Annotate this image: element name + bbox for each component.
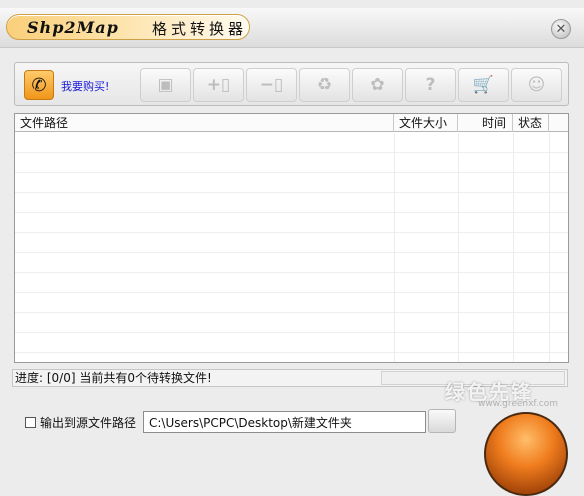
clear-list-icon: ♻ (316, 75, 333, 95)
table-row-divider (15, 152, 568, 153)
close-button[interactable]: ✕ (551, 19, 571, 39)
column-header-path[interactable]: 文件路径 (15, 114, 394, 132)
file-table[interactable]: 文件路径 文件大小 时间 状态 (14, 113, 569, 363)
table-row-divider (15, 292, 568, 293)
settings-icon: ✿ (370, 75, 385, 95)
open-folder-button[interactable]: ▣ (140, 68, 191, 102)
add-file-icon: +▯ (206, 75, 231, 95)
help-button[interactable]: ? (405, 68, 456, 102)
table-column-divider (513, 133, 514, 362)
buy-link[interactable]: 我要购买! (61, 78, 135, 94)
table-row-divider (15, 272, 568, 273)
start-convert-button[interactable] (484, 412, 568, 496)
output-path-input[interactable] (143, 411, 426, 433)
table-row-divider (15, 332, 568, 333)
phone-button[interactable]: ✆ (24, 70, 54, 100)
table-header: 文件路径 文件大小 时间 状态 (15, 114, 568, 132)
remove-file-icon: −▯ (259, 75, 284, 95)
table-column-divider (394, 133, 395, 362)
title-bar: Shp2Map 格式转换器 ✕ (0, 8, 584, 48)
progress-status-text: 进度: [0/0] 当前共有0个待转换文件! (15, 371, 212, 385)
table-row-divider (15, 352, 568, 353)
support-icon: ☺ (527, 75, 546, 95)
remove-file-button[interactable]: −▯ (246, 68, 297, 102)
add-file-button[interactable]: +▯ (193, 68, 244, 102)
table-row-divider (15, 252, 568, 253)
table-row-divider (15, 232, 568, 233)
table-column-divider (458, 133, 459, 362)
app-title-brand: Shp2Map (27, 18, 119, 37)
table-body[interactable] (15, 133, 568, 362)
cart-button[interactable]: 🛒 (458, 68, 509, 102)
open-folder-icon: ▣ (157, 75, 174, 95)
column-header-time[interactable]: 时间 (458, 114, 513, 132)
help-icon: ? (425, 75, 436, 95)
clear-list-button[interactable]: ♻ (299, 68, 350, 102)
settings-button[interactable]: ✿ (352, 68, 403, 102)
browse-button[interactable] (428, 409, 456, 433)
output-to-source-checkbox[interactable] (25, 417, 36, 428)
close-icon: ✕ (555, 21, 567, 37)
output-to-source-label: 输出到源文件路径 (40, 416, 137, 430)
toolbar: ✆ 我要购买! ▣ +▯ −▯ ♻ ✿ ? 🛒 ☺ (14, 62, 569, 106)
table-column-divider (549, 133, 550, 362)
title-banner: Shp2Map 格式转换器 (6, 14, 250, 40)
column-header-status[interactable]: 状态 (513, 114, 549, 132)
column-header-size[interactable]: 文件大小 (394, 114, 458, 132)
cart-icon: 🛒 (472, 75, 495, 95)
app-title-text: 格式转换器 (152, 20, 248, 38)
table-row-divider (15, 312, 568, 313)
table-row-divider (15, 172, 568, 173)
table-row-divider (15, 212, 568, 213)
table-row-divider (15, 192, 568, 193)
phone-icon: ✆ (31, 74, 47, 96)
watermark-url: www.greenxf.com (478, 399, 559, 409)
support-button[interactable]: ☺ (511, 68, 562, 102)
